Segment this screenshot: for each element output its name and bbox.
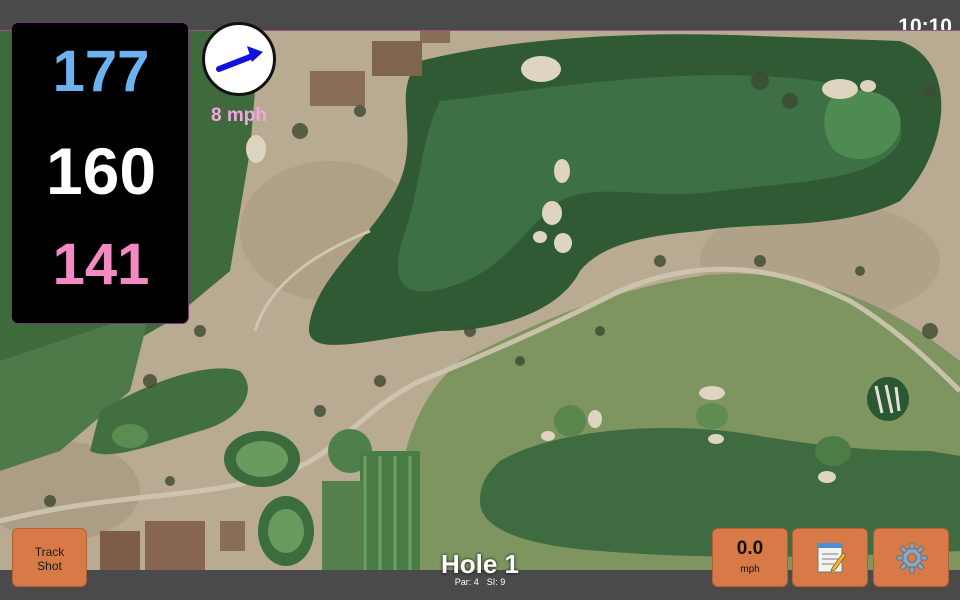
- track-shot-label-line1: Track: [34, 545, 65, 559]
- notes-button[interactable]: [792, 528, 868, 587]
- par-label: Par: 4: [454, 577, 479, 587]
- stroke-index-label: SI: 9: [486, 577, 506, 587]
- back-distance: 177: [52, 39, 150, 104]
- settings-button[interactable]: [873, 528, 949, 587]
- wind-direction-arrow-icon: [216, 46, 263, 72]
- distance-panel: 177 160 141: [11, 22, 189, 324]
- speed-value: 0.0: [736, 538, 764, 559]
- gear-icon: [896, 542, 928, 574]
- front-distance: 141: [52, 232, 150, 297]
- hole-title: Hole 1: [440, 549, 520, 579]
- hole-info: Par: 4 SI: 9: [380, 577, 580, 587]
- track-shot-button[interactable]: Track Shot: [12, 528, 87, 587]
- notepad-icon: [817, 543, 846, 573]
- speed-unit: mph: [740, 564, 760, 575]
- track-shot-label-line2: Shot: [37, 559, 62, 573]
- speed-button[interactable]: 0.0 mph: [712, 528, 788, 587]
- middle-distance: 160: [45, 134, 157, 208]
- wind-indicator: [202, 22, 276, 96]
- wind-speed: 8 mph: [211, 105, 267, 126]
